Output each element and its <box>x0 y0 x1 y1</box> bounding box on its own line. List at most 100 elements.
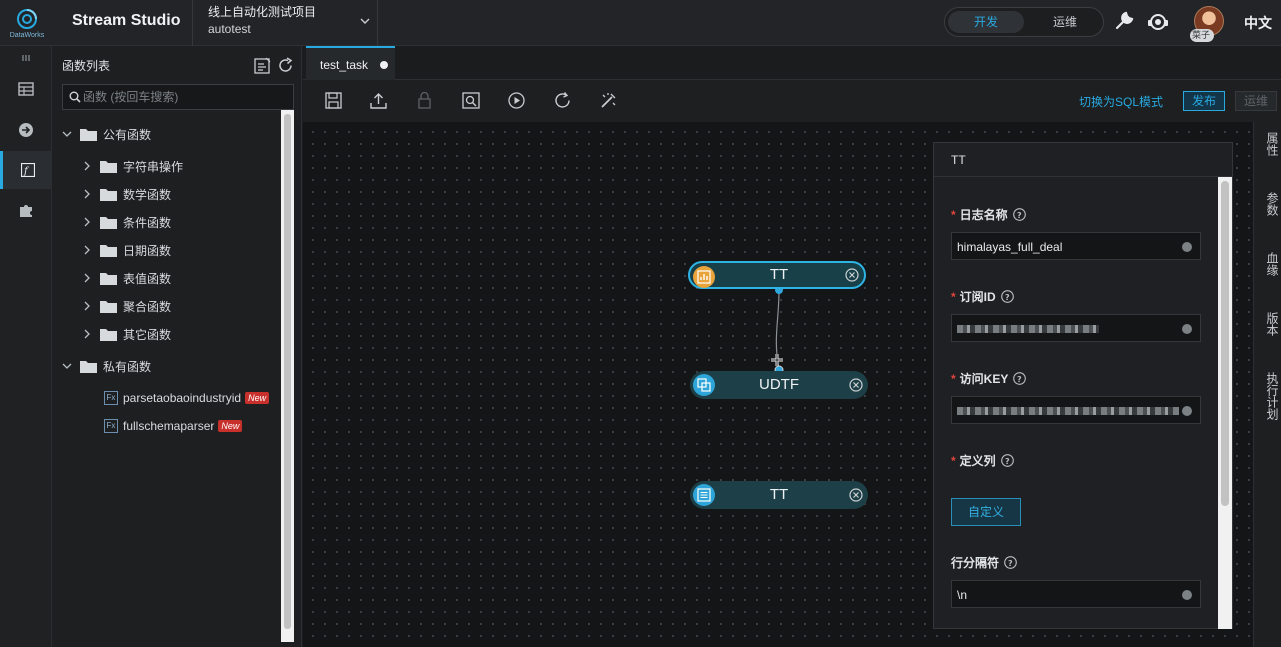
help-icon[interactable]: ? <box>1013 372 1027 385</box>
project-selector[interactable]: 线上自动化测试项目 autotest <box>192 0 378 46</box>
side-tab-execution-plan[interactable]: 执行计划 <box>1254 372 1281 420</box>
tree-item-aggregate[interactable]: 聚合函数 <box>82 295 171 317</box>
clear-icon[interactable] <box>1182 242 1192 252</box>
rail-function-item[interactable]: f <box>0 151 52 189</box>
function-search-field[interactable] <box>62 84 294 110</box>
logo-caption: DataWorks <box>9 32 45 39</box>
tree-item-label: 其它函数 <box>123 327 172 342</box>
svg-text:?: ? <box>1008 559 1013 568</box>
tree-function-item[interactable]: Fx parsetaobaoindustryid New <box>104 387 270 409</box>
access-key-label-text: 访问KEY <box>959 372 1009 386</box>
log-name-label-text: 日志名称 <box>959 208 1008 222</box>
rail-flow-item[interactable] <box>0 111 52 149</box>
clear-icon[interactable] <box>1182 324 1192 334</box>
help-icon[interactable]: ? <box>1000 290 1014 303</box>
dataworks-logo[interactable]: DataWorks <box>0 0 54 46</box>
close-icon[interactable] <box>849 378 863 392</box>
required-marker: * <box>951 453 956 468</box>
rail-table-item[interactable] <box>0 70 52 108</box>
new-badge: New <box>245 392 270 404</box>
lock-icon[interactable] <box>416 92 433 109</box>
properties-panel: TT * 日志名称 ? himalayas_full_deal * 订阅ID ?… <box>933 142 1233 629</box>
node-udtf[interactable]: UDTF <box>690 371 868 399</box>
properties-title: TT <box>951 153 966 167</box>
tree-group-label: 私有函数 <box>103 359 152 374</box>
function-panel-scrollbar[interactable] <box>281 110 294 642</box>
scrollbar-thumb[interactable] <box>1221 181 1229 506</box>
side-tab-parameters[interactable]: 参数 <box>1254 192 1281 216</box>
node-tt-sink[interactable]: TT <box>690 481 868 509</box>
upload-icon[interactable] <box>370 92 387 109</box>
tree-group-public[interactable]: 公有函数 <box>62 123 151 145</box>
log-name-field[interactable]: himalayas_full_deal <box>951 232 1201 260</box>
magic-wand-icon[interactable] <box>600 92 617 109</box>
wrench-icon[interactable] <box>1113 10 1135 32</box>
customize-columns-button[interactable]: 自定义 <box>951 498 1021 526</box>
tree-group-private[interactable]: 私有函数 <box>62 355 151 377</box>
mode-dev-button[interactable]: 开发 <box>948 11 1024 33</box>
icon-rail: f <box>0 46 52 647</box>
node-title: TT <box>769 266 789 283</box>
chevron-down-icon <box>62 363 72 369</box>
side-tab-lineage[interactable]: 血缘 <box>1254 252 1281 276</box>
help-icon[interactable]: ? <box>1004 556 1017 569</box>
side-tab-properties[interactable]: 属性 <box>1254 132 1281 156</box>
node-tt-source[interactable]: TT <box>688 261 866 289</box>
node-title: UDTF <box>759 376 799 393</box>
tree-item-table-valued[interactable]: 表值函数 <box>82 267 171 289</box>
table-icon <box>18 82 34 96</box>
tree-group-label: 公有函数 <box>103 127 152 142</box>
refresh-icon[interactable] <box>554 92 571 109</box>
folder-icon <box>100 272 117 285</box>
scrollbar-thumb[interactable] <box>284 114 291 629</box>
access-key-field[interactable] <box>951 396 1201 424</box>
row-separator-field[interactable]: \n <box>951 580 1201 608</box>
tree-item-other[interactable]: 其它函数 <box>82 323 171 345</box>
tree-function-item[interactable]: Fx fullschemaparser New <box>104 415 243 437</box>
required-marker: * <box>951 207 956 222</box>
project-name: 线上自动化测试项目 <box>208 5 317 19</box>
unsaved-dot-icon[interactable] <box>380 61 388 69</box>
clear-icon[interactable] <box>1182 590 1192 600</box>
switch-sql-mode-link[interactable]: 切换为SQL模式 <box>1079 93 1163 110</box>
tab-test-task[interactable]: test_task <box>306 46 395 80</box>
headset-icon[interactable] <box>1146 10 1170 34</box>
function-search-input[interactable] <box>83 88 288 106</box>
new-badge: New <box>218 420 243 432</box>
tree-item-label: 表值函数 <box>123 271 172 286</box>
new-function-icon[interactable] <box>254 57 271 74</box>
tree-item-condition[interactable]: 条件函数 <box>82 211 171 233</box>
save-icon[interactable] <box>325 92 342 109</box>
search-view-icon[interactable] <box>462 92 480 109</box>
editor-tab-bar: test_task <box>303 46 1281 80</box>
redacted-value <box>957 407 1179 415</box>
subscription-id-field[interactable] <box>951 314 1201 342</box>
publish-button[interactable]: 发布 <box>1183 91 1225 111</box>
chevron-right-icon <box>84 245 90 255</box>
folder-icon <box>100 160 117 173</box>
clear-icon[interactable] <box>1182 406 1192 416</box>
language-switch[interactable]: 中文 <box>1244 13 1272 33</box>
help-icon[interactable]: ? <box>1012 208 1026 221</box>
chevron-right-icon <box>84 329 90 339</box>
ops-button[interactable]: 运维 <box>1235 91 1277 111</box>
function-fx-icon: Fx <box>104 419 118 433</box>
row-separator-label: 行分隔符 ? <box>951 554 1017 571</box>
properties-scrollbar[interactable] <box>1218 177 1232 629</box>
refresh-icon[interactable] <box>277 57 294 74</box>
chevron-right-icon <box>84 217 90 227</box>
side-tab-version[interactable]: 版本 <box>1254 312 1281 336</box>
rail-plugin-item[interactable] <box>0 191 52 229</box>
mode-ops-button[interactable]: 运维 <box>1029 11 1101 33</box>
help-icon[interactable]: ? <box>1000 454 1014 467</box>
tree-item-math[interactable]: 数学函数 <box>82 183 171 205</box>
chevron-right-icon <box>84 273 90 283</box>
tree-item-string[interactable]: 字符串操作 <box>82 155 183 177</box>
close-icon[interactable] <box>849 488 863 502</box>
function-name: parsetaobaoindustryid <box>123 391 242 405</box>
row-separator-label-text: 行分隔符 <box>951 556 1000 570</box>
collapse-button[interactable] <box>0 46 52 70</box>
tree-item-date[interactable]: 日期函数 <box>82 239 171 261</box>
play-icon[interactable] <box>508 92 525 109</box>
close-icon[interactable] <box>845 268 859 282</box>
